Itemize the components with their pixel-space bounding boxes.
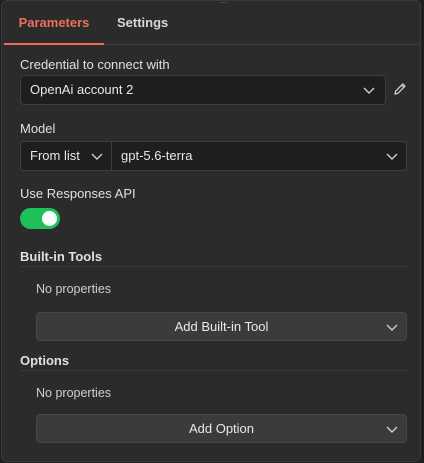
tab-bar: Parameters Settings (2, 1, 420, 45)
credential-select[interactable]: OpenAi account 2 (20, 75, 386, 105)
options-empty-text: No properties (36, 386, 112, 400)
chevron-down-icon (386, 151, 398, 161)
node-parameters-panel: ⋯ Parameters Settings Credential to conn… (1, 0, 421, 462)
tab-parameters[interactable]: Parameters (4, 1, 104, 45)
model-label: Model (20, 121, 56, 136)
tab-settings[interactable]: Settings (117, 1, 168, 44)
options-divider (20, 370, 407, 371)
add-option-label: Add Option (188, 421, 255, 436)
model-select[interactable]: gpt-5.6-terra (111, 141, 407, 171)
chevron-down-icon (386, 424, 398, 434)
chevron-down-icon (91, 151, 103, 161)
builtin-tools-divider (20, 266, 407, 267)
chevron-down-icon (386, 322, 398, 332)
credential-value: OpenAi account 2 (30, 82, 134, 97)
options-title: Options (20, 353, 70, 368)
add-option-button[interactable]: Add Option (36, 414, 407, 443)
responses-api-label: Use Responses API (20, 186, 136, 201)
model-value: gpt-5.6-terra (121, 148, 193, 163)
builtin-tools-title: Built-in Tools (20, 249, 103, 264)
builtin-tools-empty-text: No properties (36, 282, 112, 296)
chevron-down-icon (363, 85, 375, 95)
model-mode-select[interactable]: From list (20, 141, 112, 171)
add-builtin-tool-button[interactable]: Add Built-in Tool (36, 312, 407, 341)
responses-api-toggle[interactable] (20, 208, 60, 229)
add-builtin-tool-label: Add Built-in Tool (174, 319, 269, 334)
model-mode-value: From list (30, 148, 80, 163)
credential-label: Credential to connect with (20, 57, 170, 72)
toggle-knob (42, 211, 57, 226)
pencil-icon[interactable] (393, 82, 407, 96)
